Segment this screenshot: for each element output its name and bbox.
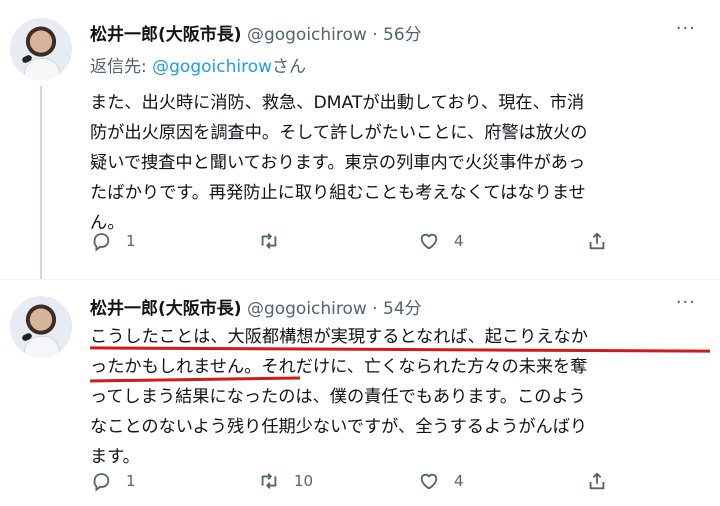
user-handle[interactable]: @gogoichirow: [247, 299, 367, 319]
retweet-button[interactable]: 10: [258, 470, 313, 492]
tweet-text: また、出火時に消防、救急、DMATが出動しており、現在、市消 防が出火原因を調査…: [90, 93, 588, 233]
tweet[interactable]: 松井一郎(大阪市長) @gogoichirow · 56分 ··· 返信先: @…: [0, 0, 720, 280]
more-icon[interactable]: ···: [676, 292, 696, 313]
thread-line: [40, 86, 42, 280]
separator: ·: [372, 25, 378, 45]
more-icon[interactable]: ···: [676, 18, 696, 39]
like-button[interactable]: 4: [418, 470, 464, 492]
like-count: 4: [454, 232, 464, 250]
retweet-icon: [261, 233, 277, 249]
retweet-icon: [261, 473, 277, 489]
action-bar: 1 4: [90, 230, 710, 260]
tweet-text: こうしたことは、大阪都構想が実現するとなれば、起こりえなか ったかもしれません。…: [90, 327, 588, 467]
tweet[interactable]: 松井一郎(大阪市長) @gogoichirow · 54分 ··· こうしたこと…: [0, 280, 720, 506]
retweet-count: 10: [294, 472, 314, 490]
display-name[interactable]: 松井一郎(大阪市長): [90, 25, 242, 45]
reply-icon: [93, 233, 110, 252]
share-button[interactable]: [586, 230, 622, 252]
share-icon: [589, 232, 605, 250]
share-button[interactable]: [586, 470, 622, 492]
reply-count: 1: [126, 232, 136, 250]
tweet-header: 松井一郎(大阪市長) @gogoichirow · 54分: [90, 294, 422, 319]
timestamp[interactable]: 56分: [383, 25, 422, 45]
reply-button[interactable]: 1: [90, 470, 136, 492]
separator: ·: [372, 299, 378, 319]
tweet-header: 松井一郎(大阪市長) @gogoichirow · 56分: [90, 20, 422, 45]
reply-to-label: 返信先:: [90, 57, 153, 77]
display-name[interactable]: 松井一郎(大阪市長): [90, 299, 242, 319]
reply-to-suffix: さん: [272, 57, 307, 77]
reply-to-mention[interactable]: @gogoichirow: [152, 57, 272, 77]
retweet-button[interactable]: [258, 230, 294, 252]
reply-to-line: 返信先: @gogoichirowさん: [90, 52, 306, 77]
like-button[interactable]: 4: [418, 230, 464, 252]
avatar[interactable]: [10, 18, 72, 80]
like-icon: [420, 473, 438, 490]
timestamp[interactable]: 54分: [383, 299, 422, 319]
avatar[interactable]: [10, 296, 72, 358]
user-handle[interactable]: @gogoichirow: [247, 25, 367, 45]
reply-button[interactable]: 1: [90, 230, 136, 252]
reply-count: 1: [126, 472, 136, 490]
like-count: 4: [454, 472, 464, 490]
share-icon: [589, 472, 605, 490]
like-icon: [420, 233, 438, 250]
reply-icon: [93, 473, 110, 492]
action-bar: 1 10 4: [90, 470, 710, 500]
